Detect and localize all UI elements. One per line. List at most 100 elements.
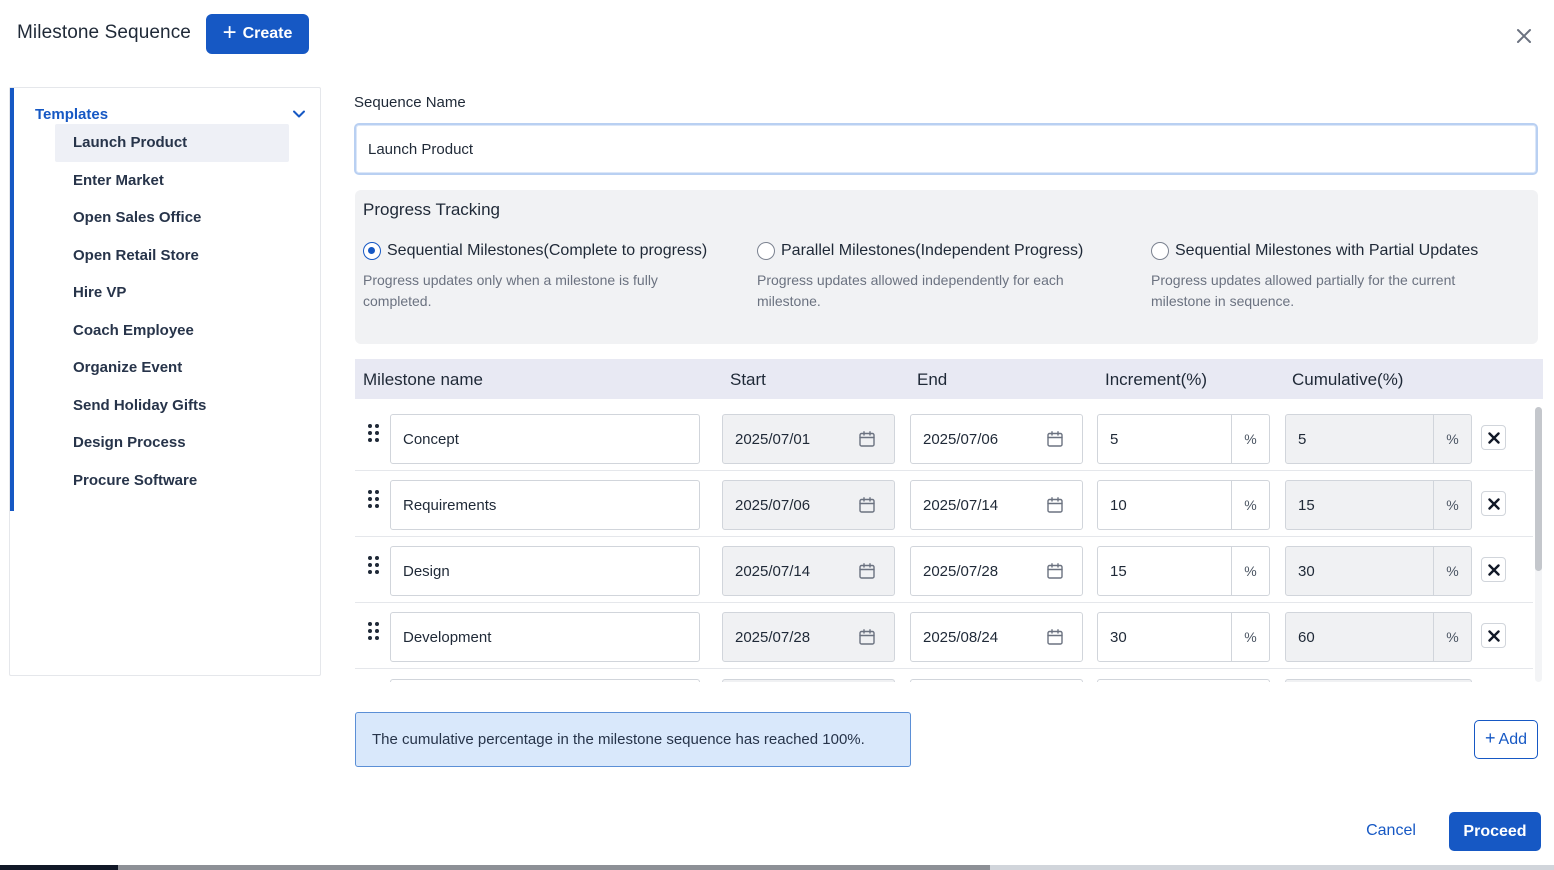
proceed-button[interactable]: Proceed [1449, 812, 1541, 851]
milestone-name-value: Requirements [403, 496, 497, 514]
progress-option-label: Sequential Milestones with Partial Updat… [1175, 242, 1479, 259]
radio-unselected-icon[interactable] [757, 242, 775, 260]
increment-input[interactable]: 15 % [1097, 546, 1270, 596]
radio-unselected-icon[interactable] [1151, 242, 1169, 260]
milestone-name-value: Concept [403, 430, 459, 448]
horizontal-scrollbar[interactable] [0, 865, 1554, 870]
increment-input-partial[interactable] [1097, 679, 1270, 682]
calendar-icon[interactable] [1046, 430, 1064, 448]
template-list: Launch Product Enter Market Open Sales O… [55, 124, 289, 499]
template-item-send-holiday-gifts[interactable]: Send Holiday Gifts [55, 387, 289, 425]
start-date-field[interactable]: 2025/07/06 [722, 480, 895, 530]
start-date-value: 2025/07/28 [735, 628, 811, 646]
calendar-icon[interactable] [858, 562, 876, 580]
start-date-field-partial[interactable] [722, 679, 895, 682]
start-date-field[interactable]: 2025/07/01 [722, 414, 895, 464]
cumulative-field: 5 % [1285, 414, 1472, 464]
end-date-field-partial[interactable] [910, 679, 1083, 682]
template-item-organize-event[interactable]: Organize Event [55, 349, 289, 387]
calendar-icon[interactable] [1046, 562, 1064, 580]
start-date-field[interactable]: 2025/07/28 [722, 612, 895, 662]
increment-input[interactable]: 5 % [1097, 414, 1270, 464]
percent-suffix: % [1231, 415, 1269, 463]
drag-handle-icon[interactable] [367, 489, 381, 509]
progress-option-partial: Sequential Milestones with Partial Updat… [1151, 242, 1481, 312]
radio-selected-icon[interactable] [363, 242, 381, 260]
horizontal-scrollbar-thumb[interactable] [118, 865, 990, 870]
cumulative-field-partial [1285, 679, 1472, 682]
calendar-icon[interactable] [858, 496, 876, 514]
drag-handle-icon[interactable] [367, 555, 381, 575]
progress-option-sequential: Sequential Milestones(Complete to progre… [363, 242, 707, 312]
milestone-name-input[interactable]: Development [390, 612, 700, 662]
progress-option-label: Parallel Milestones(Independent Progress… [781, 242, 1084, 259]
column-header-end: End [917, 370, 948, 389]
template-item-hire-vp[interactable]: Hire VP [55, 274, 289, 312]
end-date-value: 2025/07/28 [923, 562, 999, 580]
milestone-row: Development 2025/07/28 2025/08/24 30 % 6… [355, 603, 1533, 669]
progress-option-partial-radio-row[interactable]: Sequential Milestones with Partial Updat… [1151, 242, 1481, 260]
close-icon[interactable] [1512, 24, 1536, 48]
start-date-value: 2025/07/06 [735, 496, 811, 514]
milestone-row: Requirements 2025/07/06 2025/07/14 10 % … [355, 471, 1533, 537]
sequence-name-label: Sequence Name [354, 94, 466, 111]
increment-input[interactable]: 10 % [1097, 480, 1270, 530]
delete-row-button[interactable] [1481, 491, 1506, 516]
progress-option-parallel-radio-row[interactable]: Parallel Milestones(Independent Progress… [757, 242, 1087, 260]
milestone-name-input[interactable]: Concept [390, 414, 700, 464]
calendar-icon[interactable] [858, 430, 876, 448]
template-item-design-process[interactable]: Design Process [55, 424, 289, 462]
sidebar-accent-bar [10, 88, 14, 511]
progress-option-sequential-radio-row[interactable]: Sequential Milestones(Complete to progre… [363, 242, 707, 260]
end-date-field[interactable]: 2025/07/14 [910, 480, 1083, 530]
end-date-field[interactable]: 2025/07/28 [910, 546, 1083, 596]
milestone-name-input-partial[interactable] [390, 679, 700, 682]
templates-sidebar: Templates Launch Product Enter Market Op… [9, 87, 321, 676]
milestone-name-input[interactable]: Requirements [390, 480, 700, 530]
delete-row-button[interactable] [1481, 623, 1506, 648]
milestone-row: Concept 2025/07/01 2025/07/06 5 % 5 % [355, 405, 1533, 471]
close-icon [1487, 563, 1500, 576]
calendar-icon[interactable] [858, 628, 876, 646]
templates-section-toggle[interactable]: Templates [35, 104, 307, 124]
calendar-icon[interactable] [1046, 496, 1064, 514]
increment-value: 5 [1110, 430, 1119, 448]
start-date-value: 2025/07/01 [735, 430, 811, 448]
template-item-open-retail-store[interactable]: Open Retail Store [55, 237, 289, 275]
increment-value: 30 [1110, 628, 1127, 646]
cancel-button[interactable]: Cancel [1356, 816, 1426, 846]
increment-input[interactable]: 30 % [1097, 612, 1270, 662]
progress-tracking-panel: Progress Tracking Sequential Milestones(… [355, 190, 1538, 344]
table-scrollbar-thumb[interactable] [1535, 407, 1542, 571]
info-message: The cumulative percentage in the milesto… [372, 731, 865, 748]
calendar-icon[interactable] [1046, 628, 1064, 646]
milestone-name-value: Design [403, 562, 450, 580]
progress-option-description: Progress updates only when a milestone i… [363, 272, 658, 309]
drag-handle-icon[interactable] [367, 621, 381, 641]
plus-icon: + [222, 18, 237, 46]
template-item-enter-market[interactable]: Enter Market [55, 162, 289, 200]
progress-option-label: Sequential Milestones(Complete to progre… [387, 242, 708, 259]
close-icon [1487, 629, 1500, 642]
create-button[interactable]: + Create [206, 14, 309, 54]
add-milestone-button[interactable]: + Add [1474, 720, 1538, 759]
close-icon [1487, 431, 1500, 444]
start-date-field[interactable]: 2025/07/14 [722, 546, 895, 596]
template-item-procure-software[interactable]: Procure Software [55, 462, 289, 500]
template-item-open-sales-office[interactable]: Open Sales Office [55, 199, 289, 237]
end-date-field[interactable]: 2025/08/24 [910, 612, 1083, 662]
progress-option-description: Progress updates allowed partially for t… [1151, 272, 1456, 309]
percent-suffix: % [1231, 481, 1269, 529]
cumulative-value: 60 [1298, 628, 1315, 646]
template-item-launch-product[interactable]: Launch Product [55, 124, 289, 162]
sequence-name-input[interactable] [354, 123, 1538, 175]
progress-tracking-title: Progress Tracking [363, 200, 500, 219]
delete-row-button[interactable] [1481, 425, 1506, 450]
delete-row-button[interactable] [1481, 557, 1506, 582]
end-date-field[interactable]: 2025/07/06 [910, 414, 1083, 464]
table-scrollbar[interactable] [1535, 407, 1542, 682]
horizontal-scrollbar-segment [0, 865, 118, 870]
drag-handle-icon[interactable] [367, 423, 381, 443]
milestone-name-input[interactable]: Design [390, 546, 700, 596]
template-item-coach-employee[interactable]: Coach Employee [55, 312, 289, 350]
